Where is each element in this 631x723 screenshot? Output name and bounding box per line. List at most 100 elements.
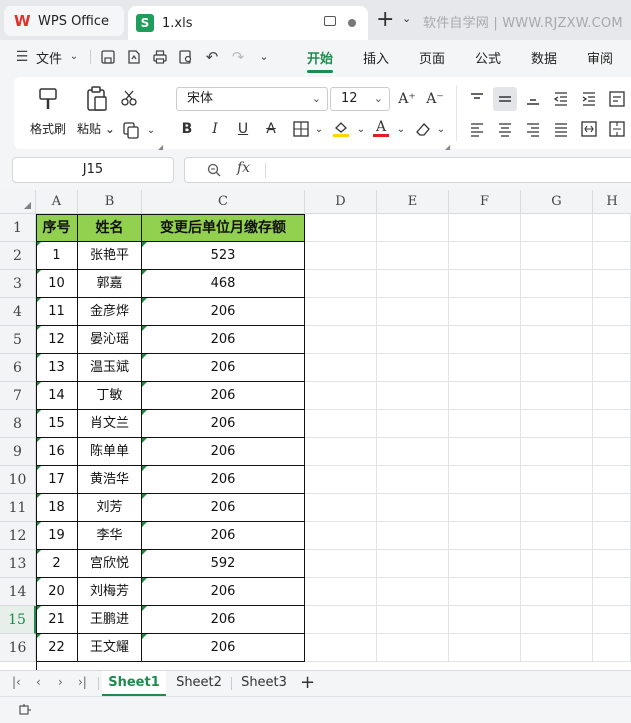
grid-cell[interactable] — [521, 410, 593, 438]
font-size-select[interactable]: 12 ⌄ — [330, 87, 390, 111]
grid-cell[interactable] — [593, 466, 631, 494]
align-right-icon[interactable] — [524, 120, 542, 138]
row-header[interactable]: 5 — [0, 326, 36, 354]
grid-cell[interactable]: 468 — [142, 270, 305, 298]
macro-record-icon[interactable] — [18, 703, 32, 717]
grid-cell[interactable] — [377, 326, 449, 354]
grid-cell[interactable]: 1 — [36, 242, 78, 270]
row-header[interactable]: 8 — [0, 410, 36, 438]
grid-cell[interactable] — [305, 298, 377, 326]
grid-cell[interactable]: 206 — [142, 438, 305, 466]
prev-sheet-icon[interactable]: ‹ — [36, 675, 41, 689]
grid-cell[interactable] — [377, 494, 449, 522]
grid-cell[interactable]: 17 — [36, 466, 78, 494]
grid-cell[interactable]: 晏沁瑶 — [78, 326, 142, 354]
grid-cell[interactable] — [305, 578, 377, 606]
print-preview-icon[interactable] — [178, 49, 194, 65]
distribute-icon[interactable] — [580, 120, 598, 138]
row-header[interactable]: 13 — [0, 550, 36, 578]
grid-cell[interactable] — [593, 606, 631, 634]
increase-font-size-icon[interactable]: A⁺ — [398, 90, 416, 108]
grid-cell[interactable] — [377, 410, 449, 438]
grid-cell[interactable] — [593, 522, 631, 550]
grid-cell[interactable]: 206 — [142, 298, 305, 326]
grid-cell[interactable] — [521, 466, 593, 494]
grid-cell[interactable]: 陈单单 — [78, 438, 142, 466]
grid-cell[interactable] — [305, 354, 377, 382]
grid-cell[interactable] — [593, 438, 631, 466]
grid-cell[interactable] — [449, 550, 521, 578]
grid-cell[interactable]: 13 — [36, 354, 78, 382]
grid-cell[interactable] — [377, 270, 449, 298]
grid-cell[interactable] — [593, 578, 631, 606]
grid-cell[interactable] — [449, 494, 521, 522]
grid-cell[interactable] — [449, 578, 521, 606]
table-header-cell[interactable]: 序号 — [36, 214, 78, 242]
tab-formula[interactable]: 公式 — [475, 48, 501, 67]
grid-cell[interactable] — [593, 354, 631, 382]
grid-cell[interactable] — [521, 354, 593, 382]
grid-cell[interactable]: 张艳平 — [78, 242, 142, 270]
grid-cell[interactable] — [305, 270, 377, 298]
grid-cell[interactable]: 206 — [142, 634, 305, 662]
grid-cell[interactable]: 10 — [36, 270, 78, 298]
sheet-tab-sheet2[interactable]: Sheet2 — [168, 671, 230, 696]
align-bottom-icon[interactable] — [524, 90, 542, 108]
undo-icon[interactable]: ↶ — [204, 49, 220, 65]
grid-cell[interactable] — [377, 214, 449, 242]
column-header[interactable]: A — [36, 190, 78, 214]
grid-cell[interactable] — [521, 326, 593, 354]
border-icon[interactable] — [292, 120, 310, 138]
grid-cell[interactable] — [377, 578, 449, 606]
grid-cell[interactable]: 肖文兰 — [78, 410, 142, 438]
grid-cell[interactable] — [593, 494, 631, 522]
merge-cells-icon[interactable] — [608, 120, 626, 138]
redo-icon[interactable]: ↷ — [230, 49, 246, 65]
print-icon[interactable] — [152, 49, 168, 65]
grid-cell[interactable]: 18 — [36, 494, 78, 522]
chevron-down-icon[interactable]: ⌄ — [66, 49, 82, 65]
grid-cell[interactable]: 郭嘉 — [78, 270, 142, 298]
grid-cell[interactable] — [377, 550, 449, 578]
grid-cell[interactable] — [449, 438, 521, 466]
paste-button[interactable]: 粘贴 ⌄ — [74, 85, 118, 137]
justify-icon[interactable] — [552, 120, 570, 138]
grid-cell[interactable] — [449, 606, 521, 634]
increase-indent-icon[interactable] — [580, 90, 598, 108]
grid-cell[interactable]: 523 — [142, 242, 305, 270]
grid-cell[interactable] — [305, 522, 377, 550]
grid-cell[interactable]: 206 — [142, 382, 305, 410]
save-icon[interactable] — [100, 49, 116, 65]
column-header[interactable]: F — [449, 190, 521, 214]
grid-cell[interactable] — [521, 578, 593, 606]
grid-cell[interactable] — [305, 550, 377, 578]
grid-cell[interactable]: 206 — [142, 354, 305, 382]
align-center-icon[interactable] — [496, 120, 514, 138]
grid-cell[interactable] — [377, 354, 449, 382]
grid-cell[interactable] — [377, 466, 449, 494]
fill-color-icon[interactable] — [332, 119, 350, 137]
strikethrough-button[interactable]: A — [262, 120, 280, 138]
column-header[interactable]: G — [521, 190, 593, 214]
grid-cell[interactable] — [305, 242, 377, 270]
grid-cell[interactable] — [521, 606, 593, 634]
grid-cell[interactable] — [521, 438, 593, 466]
file-menu[interactable]: 文件 — [36, 48, 62, 67]
new-tab-icon[interactable]: + — [376, 9, 394, 31]
grid-cell[interactable] — [377, 298, 449, 326]
chevron-down-icon[interactable]: ⌄ — [432, 121, 450, 139]
grid-cell[interactable] — [449, 242, 521, 270]
grid-cell[interactable]: 206 — [142, 606, 305, 634]
grid-cell[interactable]: 12 — [36, 326, 78, 354]
format-painter-button[interactable]: 格式刷 — [28, 85, 68, 137]
grid-cell[interactable] — [593, 214, 631, 242]
grid-cell[interactable]: 206 — [142, 578, 305, 606]
tab-data[interactable]: 数据 — [531, 48, 557, 67]
grid-cell[interactable] — [593, 270, 631, 298]
first-sheet-icon[interactable]: |‹ — [12, 675, 21, 689]
row-header[interactable]: 9 — [0, 438, 36, 466]
grid-cell[interactable] — [593, 550, 631, 578]
grid-cell[interactable]: 刘芳 — [78, 494, 142, 522]
grid-cell[interactable] — [305, 410, 377, 438]
grid-cell[interactable] — [305, 438, 377, 466]
